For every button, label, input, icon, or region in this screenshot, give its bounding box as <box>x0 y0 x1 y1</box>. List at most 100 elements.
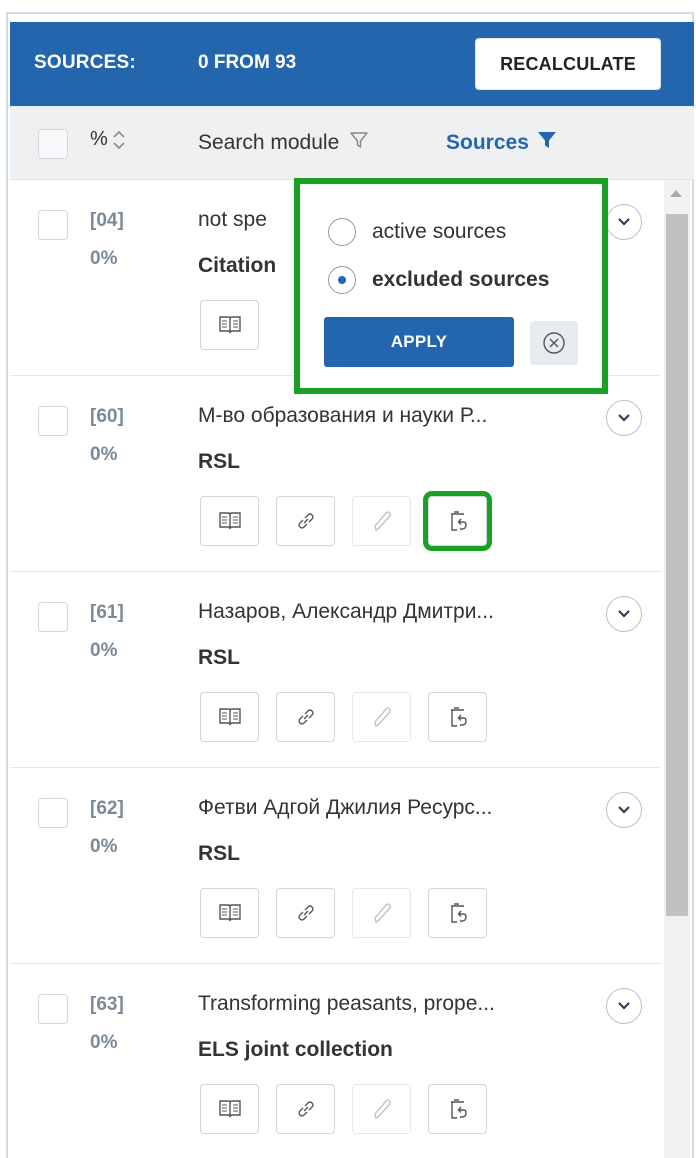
book-icon <box>218 316 241 334</box>
row-checkbox[interactable] <box>38 798 68 828</box>
view-source-button[interactable] <box>200 692 259 742</box>
edit-button[interactable] <box>352 692 411 742</box>
row-actions <box>200 496 487 546</box>
source-number: [04] <box>90 210 124 231</box>
active-sources-radio[interactable] <box>328 218 356 246</box>
search-module-filter[interactable]: Search module <box>198 130 369 156</box>
book-icon <box>218 1100 241 1118</box>
row-checkbox[interactable] <box>38 994 68 1024</box>
source-percent: 0% <box>90 836 118 857</box>
source-percent: 0% <box>90 640 118 661</box>
percent-label: % <box>90 128 108 150</box>
view-source-button[interactable] <box>200 300 259 350</box>
expand-button[interactable] <box>606 792 642 828</box>
source-number: [61] <box>90 602 124 623</box>
link-icon <box>297 1101 314 1117</box>
source-number: [62] <box>90 798 124 819</box>
pencil-icon <box>373 511 391 531</box>
view-source-button[interactable] <box>200 1084 259 1134</box>
source-collection: RSL <box>198 842 240 865</box>
recalculate-button[interactable]: RECALCULATE <box>475 38 661 90</box>
link-icon <box>297 513 314 529</box>
restore-icon <box>450 511 467 531</box>
chevron-down-icon <box>618 218 630 226</box>
close-icon <box>543 332 565 354</box>
expand-button[interactable] <box>606 988 642 1024</box>
source-title[interactable]: Фетви Адгой Джилия Ресурс... <box>198 796 588 820</box>
restore-source-button[interactable] <box>428 496 487 546</box>
row-checkbox[interactable] <box>38 602 68 632</box>
chevron-down-icon <box>618 1002 630 1010</box>
sources-filter[interactable]: Sources <box>446 130 557 156</box>
source-percent: 0% <box>90 248 118 269</box>
select-all-checkbox[interactable] <box>38 129 68 159</box>
link-icon <box>297 709 314 725</box>
radio-option-active[interactable]: active sources <box>328 218 506 246</box>
chevron-down-icon <box>618 610 630 618</box>
source-collection: ELS joint collection <box>198 1038 393 1061</box>
book-icon <box>218 512 241 530</box>
restore-icon <box>450 1099 467 1119</box>
expand-button[interactable] <box>606 596 642 632</box>
sources-filter-label: Sources <box>446 131 529 154</box>
row-checkbox[interactable] <box>38 406 68 436</box>
chevron-down-icon <box>618 414 630 422</box>
sources-label: SOURCES: <box>34 52 136 73</box>
row-checkbox[interactable] <box>38 210 68 240</box>
source-percent: 0% <box>90 444 118 465</box>
open-link-button[interactable] <box>276 888 335 938</box>
book-icon <box>218 708 241 726</box>
list-item: [61] 0% Назаров, Александр Дмитри... RSL <box>10 572 660 768</box>
search-module-label: Search module <box>198 131 340 154</box>
link-icon <box>297 905 314 921</box>
list-item: [62] 0% Фетви Адгой Джилия Ресурс... RSL <box>10 768 660 964</box>
close-button[interactable] <box>530 321 578 365</box>
sources-header: SOURCES: 0 FROM 93 RECALCULATE <box>10 22 694 106</box>
active-sources-label: active sources <box>372 220 507 243</box>
pencil-icon <box>373 1099 391 1119</box>
row-actions <box>200 888 487 938</box>
edit-button[interactable] <box>352 888 411 938</box>
source-number: [60] <box>90 406 124 427</box>
radio-option-excluded[interactable]: excluded sources <box>328 266 549 294</box>
edit-button[interactable] <box>352 496 411 546</box>
edit-button[interactable] <box>352 1084 411 1134</box>
expand-button[interactable] <box>606 204 642 240</box>
book-icon <box>218 904 241 922</box>
row-actions <box>200 300 259 350</box>
source-collection: Citation <box>198 254 277 277</box>
scrollbar[interactable] <box>664 180 690 1158</box>
pencil-icon <box>373 903 391 923</box>
open-link-button[interactable] <box>276 692 335 742</box>
view-source-button[interactable] <box>200 496 259 546</box>
restore-icon <box>450 903 467 923</box>
open-link-button[interactable] <box>276 496 335 546</box>
apply-button[interactable]: APPLY <box>324 317 514 367</box>
scroll-thumb[interactable] <box>666 214 688 916</box>
percent-sort[interactable]: % <box>90 128 126 151</box>
source-title[interactable]: М-во образования и науки Р... <box>198 404 588 428</box>
restore-source-button[interactable] <box>428 888 487 938</box>
filter-outline-icon <box>349 130 369 156</box>
restore-source-button[interactable] <box>428 1084 487 1134</box>
expand-button[interactable] <box>606 400 642 436</box>
source-title[interactable]: Transforming peasants, prope... <box>198 992 588 1016</box>
restore-icon <box>450 707 467 727</box>
row-actions <box>200 692 487 742</box>
row-actions <box>200 1084 487 1134</box>
list-item: [60] 0% М-во образования и науки Р... RS… <box>10 376 660 572</box>
source-number: [63] <box>90 994 124 1015</box>
chevron-down-icon <box>618 806 630 814</box>
excluded-sources-radio[interactable] <box>328 266 356 294</box>
source-collection: RSL <box>198 450 240 473</box>
list-item: [63] 0% Transforming peasants, prope... … <box>10 964 660 1158</box>
source-title[interactable]: Назаров, Александр Дмитри... <box>198 600 588 624</box>
filter-icon <box>537 130 557 156</box>
sort-icon <box>112 129 126 151</box>
view-source-button[interactable] <box>200 888 259 938</box>
sources-filter-popup: active sources excluded sources APPLY <box>294 178 608 394</box>
source-collection: RSL <box>198 646 240 669</box>
scroll-up-arrow-icon[interactable] <box>670 190 682 197</box>
open-link-button[interactable] <box>276 1084 335 1134</box>
restore-source-button[interactable] <box>428 692 487 742</box>
